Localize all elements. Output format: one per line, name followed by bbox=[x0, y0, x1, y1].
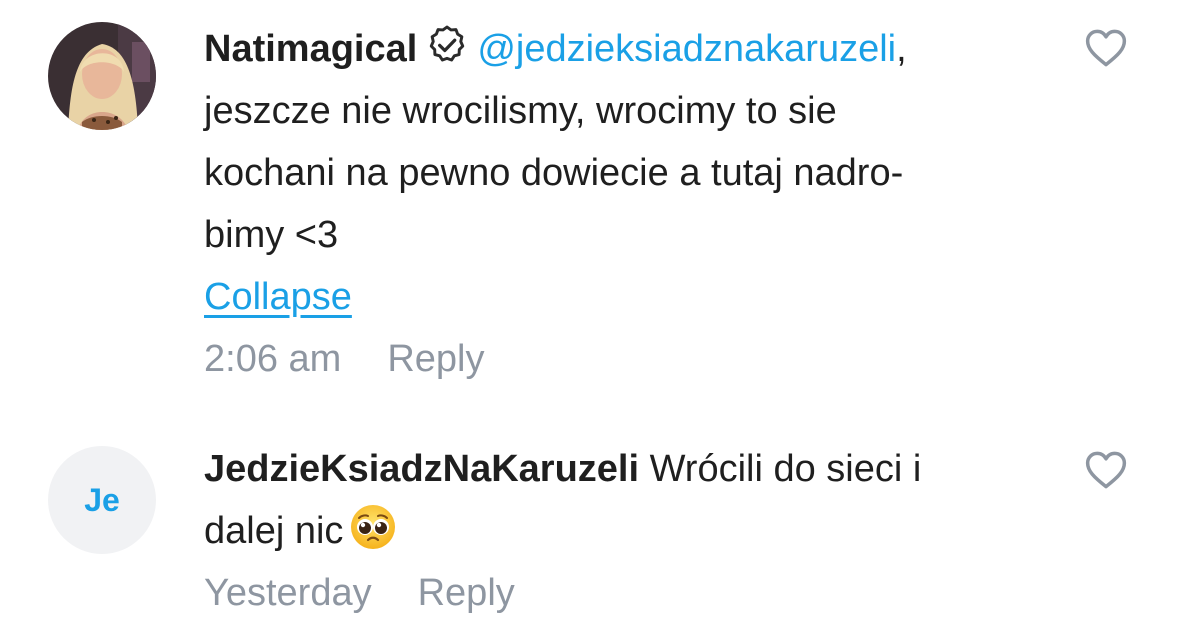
comment-text-punct: , bbox=[896, 28, 907, 70]
comment-line: dalej nic bbox=[204, 510, 344, 552]
comment-author[interactable]: JedzieKsiadzNaKaruzeli bbox=[204, 448, 639, 490]
like-heart-icon[interactable] bbox=[1085, 28, 1127, 68]
reply-button[interactable]: Reply bbox=[387, 328, 484, 390]
comment-line: Wrócili do sieci i bbox=[649, 448, 922, 490]
comment-line: jeszcze nie wrocilismy, wrocimy to sie bbox=[204, 90, 837, 132]
avatar[interactable]: Je bbox=[48, 446, 156, 554]
comment-line: bimy <3 bbox=[204, 214, 339, 256]
comment-time: 2:06 am bbox=[204, 338, 342, 380]
avatar-photo bbox=[48, 22, 156, 130]
comment-time: Yesterday bbox=[204, 572, 372, 614]
comment-line: kochani na pewno dowiecie a tutaj nadro- bbox=[204, 152, 904, 194]
comment-meta: 2:06 am Reply bbox=[204, 328, 1004, 390]
comment-meta: Yesterday Reply bbox=[204, 562, 1004, 624]
avatar-initials: Je bbox=[84, 481, 120, 518]
collapse-link[interactable]: Collapse bbox=[204, 266, 352, 328]
comment-author[interactable]: Natimagical bbox=[204, 28, 417, 70]
like-heart-icon[interactable] bbox=[1085, 450, 1127, 490]
mention-link[interactable]: @jedzieksiadznakaruzeli bbox=[477, 28, 896, 70]
avatar[interactable] bbox=[48, 22, 156, 130]
comment-text: JedzieKsiadzNaKaruzeli Wrócili do sieci … bbox=[204, 438, 1004, 562]
verified-badge-icon bbox=[430, 25, 465, 62]
reply-button[interactable]: Reply bbox=[418, 562, 515, 624]
pleading-face-emoji-icon bbox=[351, 505, 396, 549]
comment-text: Natimagical @jedzieksiadznakaruzeli, jesz… bbox=[204, 18, 1004, 266]
